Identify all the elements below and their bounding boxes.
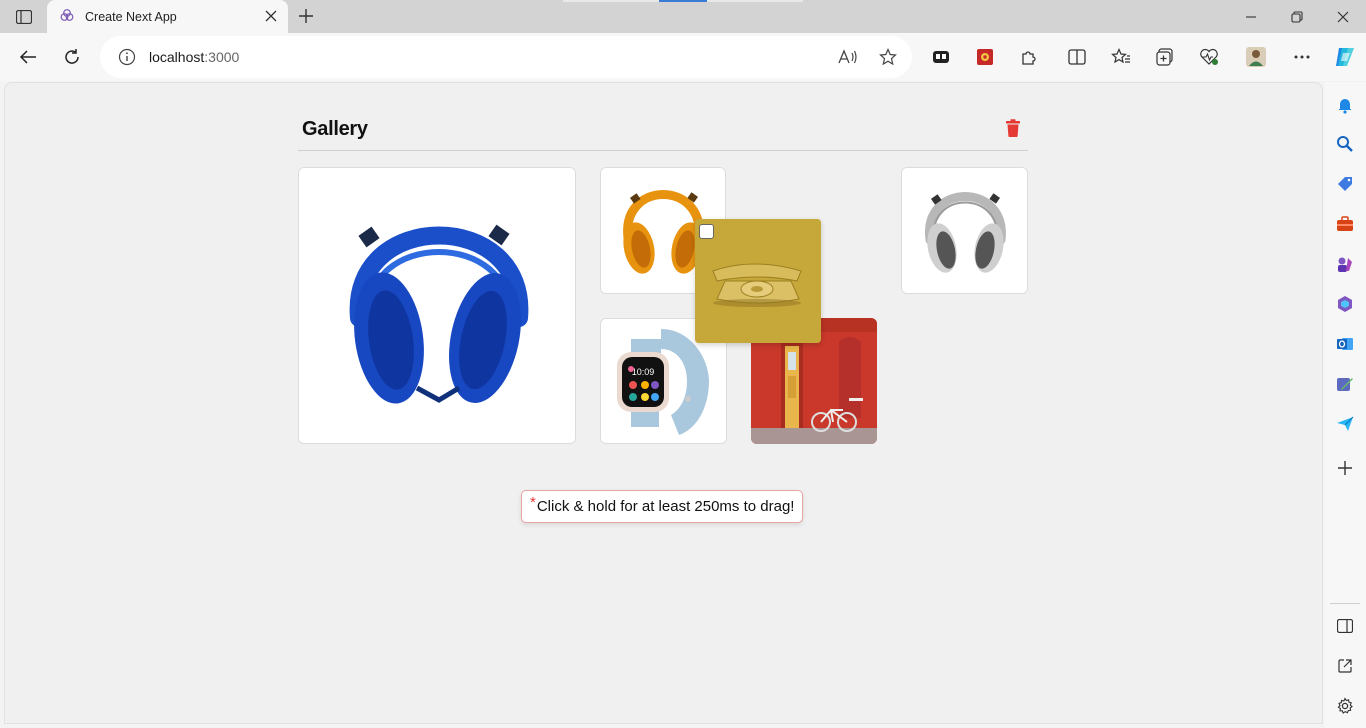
silver-headphones-image [902, 168, 1027, 293]
accent-strip [563, 0, 659, 2]
star-icon[interactable] [876, 45, 900, 69]
more-options-icon[interactable] [1290, 45, 1314, 69]
address-url[interactable]: localhost:3000 [149, 49, 239, 65]
tab-strip: Create Next App [0, 0, 1366, 33]
yellow-rotary-phone-image [695, 219, 821, 343]
gallery-image-silver-headphones[interactable] [901, 167, 1028, 294]
minimize-icon[interactable] [1228, 0, 1274, 33]
browser-tab[interactable]: Create Next App [47, 0, 288, 33]
read-aloud-icon[interactable] [836, 45, 860, 69]
performance-icon[interactable] [1197, 45, 1221, 69]
drag-hint: * Click & hold for at least 250ms to dra… [521, 490, 804, 523]
svg-text:10:09: 10:09 [632, 367, 655, 377]
edge-sidebar [1324, 82, 1366, 728]
dragging-image-rotary-phone[interactable] [695, 219, 821, 343]
collections-app-icon[interactable] [929, 45, 953, 69]
tools-briefcase-icon[interactable] [1334, 213, 1356, 235]
close-window-icon[interactable] [1320, 0, 1366, 33]
hide-sidebar-icon[interactable] [1334, 615, 1356, 637]
required-marker: * [530, 494, 536, 511]
tab-actions-icon[interactable] [10, 6, 38, 28]
add-icon[interactable] [1334, 457, 1356, 479]
blue-headphones-image [299, 168, 575, 443]
window-controls [1228, 0, 1366, 33]
back-arrow-icon[interactable] [16, 45, 40, 69]
site-info-icon[interactable] [115, 45, 139, 69]
gallery-image-blue-headphones[interactable] [298, 167, 576, 444]
search-icon[interactable] [1334, 133, 1356, 155]
restore-icon[interactable] [1274, 0, 1320, 33]
external-link-icon[interactable] [1334, 655, 1356, 677]
extension-game-icon[interactable] [973, 45, 997, 69]
settings-gear-icon[interactable] [1334, 695, 1356, 717]
designer-icon[interactable] [1334, 373, 1356, 395]
accent-strip-active [659, 0, 707, 2]
outlook-icon[interactable] [1334, 333, 1356, 355]
drag-hint-text: Click & hold for at least 250ms to drag! [536, 498, 795, 515]
page-title: Gallery [302, 118, 368, 140]
games-icon[interactable] [1334, 253, 1356, 275]
new-tab-icon[interactable] [296, 6, 316, 26]
send-paper-plane-icon[interactable] [1334, 413, 1356, 435]
nextjs-favicon-icon [59, 7, 75, 26]
extensions-puzzle-icon[interactable] [1017, 45, 1041, 69]
sidebar-divider [1330, 603, 1360, 604]
favorites-icon[interactable] [1109, 45, 1133, 69]
microsoft-365-icon[interactable] [1334, 293, 1356, 315]
copilot-icon[interactable] [1332, 44, 1358, 70]
trash-icon[interactable] [1005, 119, 1021, 137]
shopping-tag-icon[interactable] [1334, 173, 1356, 195]
collections-icon[interactable] [1153, 45, 1177, 69]
refresh-icon[interactable] [60, 45, 84, 69]
notification-bell-icon[interactable] [1334, 94, 1356, 116]
accent-strip [707, 0, 803, 2]
split-screen-icon[interactable] [1065, 45, 1089, 69]
close-tab-icon[interactable] [264, 9, 278, 23]
gallery-header: Gallery [298, 112, 1028, 151]
tab-title: Create Next App [85, 9, 177, 24]
profile-avatar[interactable] [1244, 45, 1268, 69]
select-checkbox[interactable] [699, 224, 714, 239]
